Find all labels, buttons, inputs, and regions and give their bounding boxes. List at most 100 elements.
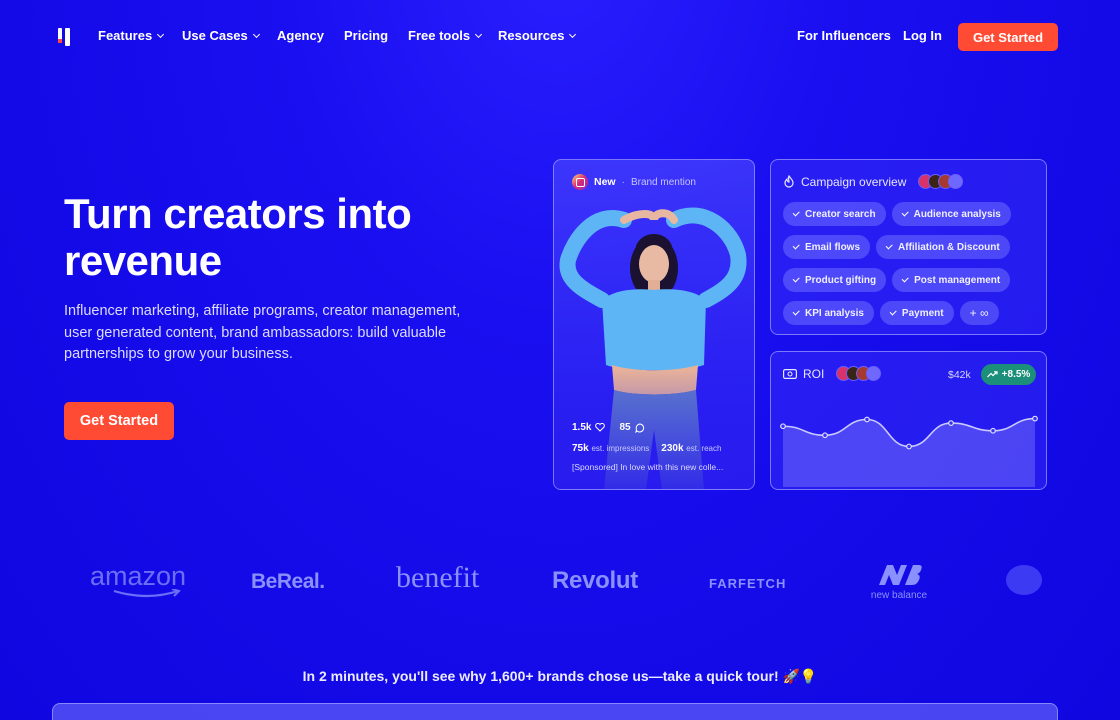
tag-payment[interactable]: Payment [879, 301, 954, 325]
post-separator: · [621, 176, 625, 188]
tag-affiliation-discount[interactable]: Affiliation & Discount [876, 235, 1010, 259]
roi-point [822, 432, 828, 439]
nav-agency[interactable]: Agency [277, 28, 324, 43]
tag-label: Payment [901, 307, 944, 319]
roi-point [990, 427, 996, 434]
roi-title: ROI [803, 366, 825, 381]
tag-more[interactable]: + ∞ [959, 301, 999, 325]
tag-post-management[interactable]: Post management [892, 268, 1011, 292]
brand-new-balance-logo: new balance [867, 563, 931, 601]
brand-farfetch-logo: FARFETCH [709, 576, 787, 591]
chevron-down-icon [475, 30, 483, 38]
nav-pricing[interactable]: Pricing [344, 28, 388, 43]
trend-up-icon [986, 371, 998, 378]
roi-point [948, 420, 954, 427]
product-tour-preview[interactable] [52, 703, 1058, 720]
tag-email-flows[interactable]: Email flows [783, 235, 871, 259]
impressions-value: 75k [572, 443, 589, 454]
nav-use-cases-label: Use Cases [182, 28, 248, 43]
post-engagement: 1.5k 85 [572, 422, 645, 433]
reach-value: 230k [661, 443, 684, 454]
tag-audience-analysis[interactable]: Audience analysis [891, 202, 1011, 226]
campaign-title: Campaign overview [801, 174, 907, 189]
brand-name: amazon [90, 561, 187, 591]
check-icon [889, 308, 897, 316]
reach-label: est. reach [686, 444, 722, 453]
hero-title: Turn creators into revenue [64, 190, 412, 284]
brand-mention-card: New · Brand mention 1.5k 85 75k est. imp… [553, 159, 755, 490]
post-estimates: 75k est. impressions 230k est. reach [572, 443, 721, 454]
roi-point [780, 423, 786, 430]
post-type-label: Brand mention [630, 176, 696, 188]
check-icon [792, 275, 800, 283]
hero-get-started-button[interactable]: Get Started [64, 402, 174, 440]
tag-label: Post management [914, 274, 1001, 286]
tag-creator-search[interactable]: Creator search [783, 202, 886, 226]
roi-value: $42k [948, 369, 971, 381]
nav-features[interactable]: Features [98, 28, 165, 43]
nav-resources[interactable]: Resources [498, 28, 577, 43]
nav-get-started-button[interactable]: Get Started [958, 23, 1058, 51]
nav-for-influencers[interactable]: For Influencers [797, 28, 891, 43]
heart-icon [595, 423, 606, 432]
nav-for-influencers-label: For Influencers [797, 28, 891, 43]
campaign-overview-card: Campaign overview Creator search Audienc… [770, 159, 1047, 335]
new-balance-nb-icon [879, 565, 922, 585]
comments-count: 85 [619, 422, 631, 433]
brand-logo-strip: amazon BeReal. benefit Revolut FARFETCH … [0, 555, 1120, 615]
chevron-down-icon [157, 30, 165, 38]
flame-icon [784, 175, 794, 188]
tag-label: Audience analysis [913, 208, 1001, 220]
nav-free-tools-label: Free tools [408, 28, 471, 43]
tag-kpi-analysis[interactable]: KPI analysis [783, 301, 874, 325]
check-icon [792, 209, 800, 217]
nav-free-tools[interactable]: Free tools [408, 28, 483, 43]
post-header: New · Brand mention [572, 174, 696, 190]
avatar [948, 174, 964, 189]
check-icon [901, 275, 909, 283]
check-icon [792, 242, 800, 250]
brand-revolut-logo: Revolut [552, 567, 638, 594]
tag-label: Affiliation & Discount [898, 241, 1000, 253]
nav-login-label: Log In [903, 28, 942, 43]
roi-line-chart [780, 415, 1038, 487]
roi-header: ROI [783, 366, 882, 381]
top-navigation: Features Use Cases Agency Pricing Free t… [0, 0, 1120, 74]
roi-area [783, 418, 1035, 487]
nav-resources-label: Resources [498, 28, 565, 43]
campaign-header: Campaign overview [783, 174, 964, 189]
brand-bereal-logo: BeReal. [251, 570, 325, 593]
nav-login[interactable]: Log In [903, 28, 942, 43]
nav-features-label: Features [98, 28, 153, 43]
roi-point [864, 416, 870, 423]
roi-point [1032, 415, 1038, 422]
check-icon [885, 242, 893, 250]
roi-point [906, 443, 912, 450]
avatar [866, 366, 882, 381]
roi-change-badge: +8.5% [981, 364, 1036, 385]
tag-product-gifting[interactable]: Product gifting [783, 268, 887, 292]
roi-change-value: +8.5% [1001, 369, 1031, 380]
impressions-label: est. impressions [591, 444, 650, 453]
brand-benefit-logo: benefit [396, 561, 480, 594]
instagram-icon [572, 174, 588, 190]
chevron-down-icon [252, 30, 260, 38]
amazon-smile-icon [113, 589, 181, 598]
feature-tag-list: Creator search Audience analysis Email f… [783, 202, 1039, 325]
post-new-label: New [594, 176, 616, 188]
likes-count: 1.5k [572, 422, 592, 433]
nav-pricing-label: Pricing [344, 28, 389, 43]
money-icon [783, 368, 797, 379]
comment-icon [634, 422, 644, 433]
avatar-group [918, 174, 964, 189]
brand-amazon-logo: amazon [90, 561, 187, 598]
check-icon [901, 209, 908, 217]
hero-subtitle: Influencer marketing, affiliate programs… [64, 303, 461, 362]
brand-logo[interactable] [58, 28, 74, 46]
brand-partial-logo [1006, 565, 1042, 595]
nav-use-cases[interactable]: Use Cases [182, 28, 260, 43]
tag-label: Email flows [805, 241, 861, 253]
chevron-down-icon [569, 30, 577, 38]
tag-label: KPI analysis [805, 307, 864, 319]
tag-label: Creator search [805, 208, 876, 220]
